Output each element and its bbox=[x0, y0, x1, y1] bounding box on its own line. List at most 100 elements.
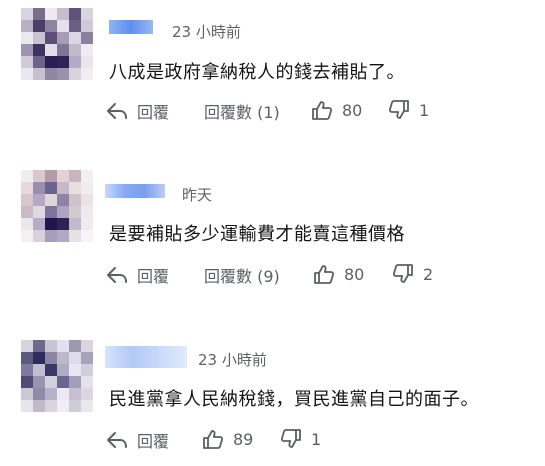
avatar-pixel bbox=[57, 340, 69, 352]
avatar-pixel bbox=[21, 230, 33, 242]
avatar-pixel bbox=[69, 340, 81, 352]
avatar-pixel bbox=[45, 218, 57, 230]
avatar-pixel bbox=[57, 376, 69, 388]
reply-label: 回覆 bbox=[137, 267, 170, 286]
reply-button[interactable]: 回覆 bbox=[105, 99, 169, 123]
reply-arrow-icon bbox=[107, 432, 127, 448]
avatar-pixel bbox=[69, 364, 81, 376]
replies-count-label: 回覆數 (1) bbox=[204, 103, 280, 122]
avatar-pixel bbox=[33, 44, 45, 56]
avatar-pixel bbox=[81, 340, 93, 352]
like-button[interactable]: 89 bbox=[201, 428, 253, 450]
avatar-pixel bbox=[69, 352, 81, 364]
thumbs-down-icon bbox=[388, 100, 409, 119]
avatar-pixel bbox=[57, 44, 69, 56]
avatar-pixel bbox=[33, 206, 45, 218]
avatar-pixel bbox=[57, 352, 69, 364]
avatar-pixel bbox=[21, 182, 33, 194]
avatar-pixel bbox=[33, 170, 45, 182]
avatar-pixel bbox=[69, 400, 81, 412]
dislike-button[interactable]: 1 bbox=[387, 99, 429, 121]
avatar-pixel bbox=[69, 376, 81, 388]
avatar-pixel bbox=[69, 182, 81, 194]
avatar-pixel bbox=[69, 32, 81, 44]
avatar-pixel bbox=[69, 206, 81, 218]
reply-button[interactable]: 回覆 bbox=[105, 428, 169, 452]
avatar-pixel bbox=[69, 68, 81, 80]
avatar-pixel bbox=[21, 20, 33, 32]
comment-timestamp: 23 小時前 bbox=[198, 351, 267, 369]
avatar-pixel bbox=[21, 68, 33, 80]
avatar[interactable] bbox=[21, 8, 93, 80]
avatar-pixel bbox=[81, 206, 93, 218]
avatar-pixel bbox=[57, 20, 69, 32]
avatar-pixel bbox=[33, 56, 45, 68]
avatar-pixel bbox=[45, 340, 57, 352]
avatar-pixel bbox=[45, 182, 57, 194]
username-blurred[interactable] bbox=[105, 346, 187, 368]
reply-arrow-icon bbox=[107, 267, 127, 283]
dislike-count: 2 bbox=[423, 264, 434, 284]
reply-label: 回覆 bbox=[137, 432, 170, 451]
avatar-pixel bbox=[21, 376, 33, 388]
avatar-pixel bbox=[57, 56, 69, 68]
avatar-pixel bbox=[21, 206, 33, 218]
reply-arrow-icon bbox=[107, 103, 127, 119]
avatar-pixel bbox=[81, 230, 93, 242]
avatar-pixel bbox=[45, 230, 57, 242]
avatar-pixel bbox=[81, 400, 93, 412]
avatar-pixel bbox=[69, 388, 81, 400]
username-blurred[interactable] bbox=[109, 20, 153, 34]
avatar-pixel bbox=[21, 56, 33, 68]
avatar-pixel bbox=[81, 20, 93, 32]
avatar-pixel bbox=[21, 170, 33, 182]
avatar-pixel bbox=[45, 388, 57, 400]
avatar-pixel bbox=[69, 218, 81, 230]
view-replies-button[interactable]: 回覆數 (9) bbox=[204, 263, 280, 287]
dislike-count: 1 bbox=[311, 429, 322, 449]
avatar-pixel bbox=[57, 388, 69, 400]
view-replies-button[interactable]: 回覆數 (1) bbox=[204, 99, 280, 123]
avatar-pixel bbox=[33, 388, 45, 400]
avatar-pixel bbox=[33, 32, 45, 44]
avatar-pixel bbox=[69, 194, 81, 206]
dislike-button[interactable]: 1 bbox=[279, 428, 321, 450]
avatar-pixel bbox=[57, 218, 69, 230]
thumbs-down-icon bbox=[392, 264, 413, 283]
avatar-pixel bbox=[21, 194, 33, 206]
avatar-pixel bbox=[21, 364, 33, 376]
comment-text: 民進黨拿人民納稅錢，買民進黨自己的面子。 bbox=[109, 389, 479, 410]
comment-actions: 回覆 回覆數 (9) 80 2 bbox=[105, 263, 525, 287]
username-blurred[interactable] bbox=[105, 184, 165, 198]
like-button[interactable]: 80 bbox=[312, 263, 364, 285]
like-button[interactable]: 80 bbox=[310, 99, 362, 121]
avatar-pixel bbox=[45, 194, 57, 206]
comment-timestamp: 23 小時前 bbox=[172, 23, 241, 41]
like-count: 80 bbox=[344, 264, 365, 284]
avatar-pixel bbox=[81, 56, 93, 68]
avatar-pixel bbox=[45, 8, 57, 20]
dislike-button[interactable]: 2 bbox=[391, 263, 433, 285]
avatar-pixel bbox=[33, 182, 45, 194]
avatar-pixel bbox=[21, 340, 33, 352]
avatar-pixel bbox=[21, 218, 33, 230]
avatar-pixel bbox=[81, 170, 93, 182]
avatar-pixel bbox=[45, 56, 57, 68]
avatar-pixel bbox=[81, 194, 93, 206]
comment-timestamp: 昨天 bbox=[182, 186, 213, 204]
avatar-pixel bbox=[57, 206, 69, 218]
avatar[interactable] bbox=[21, 170, 93, 242]
reply-button[interactable]: 回覆 bbox=[105, 263, 169, 287]
avatar-pixel bbox=[69, 230, 81, 242]
thumbs-up-icon bbox=[314, 265, 335, 284]
avatar-pixel bbox=[45, 376, 57, 388]
avatar-pixel bbox=[21, 400, 33, 412]
avatar-pixel bbox=[33, 218, 45, 230]
avatar-pixel bbox=[57, 230, 69, 242]
avatar-pixel bbox=[57, 400, 69, 412]
avatar-pixel bbox=[33, 68, 45, 80]
like-count: 80 bbox=[342, 100, 363, 120]
comment-actions: 回覆 回覆數 (1) 80 1 bbox=[105, 99, 525, 123]
avatar-pixel bbox=[21, 44, 33, 56]
avatar[interactable] bbox=[21, 340, 93, 412]
